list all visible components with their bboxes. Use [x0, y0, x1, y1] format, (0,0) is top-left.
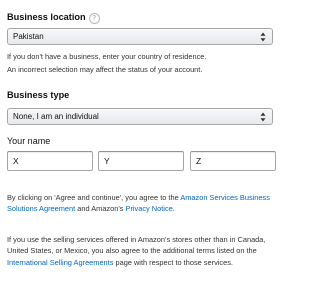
international-text-before: If you use the selling services offered … [7, 235, 266, 256]
business-location-label-text: Business location [7, 12, 86, 22]
up-down-chevron-icon [260, 112, 266, 122]
business-location-label: Business location? [7, 12, 100, 24]
agreement-text-before: By clicking on 'Agree and continue', you… [7, 193, 181, 202]
business-location-value: Pakistan [13, 32, 44, 41]
agreement-text-middle: and Amazon's [75, 204, 126, 214]
business-location-hint-1: If you don't have a business, enter your… [7, 52, 207, 61]
last-name-input[interactable] [190, 151, 276, 171]
your-name-label: Your name [7, 136, 51, 146]
question-circle-icon[interactable]: ? [88, 13, 100, 24]
business-type-value: None, I am an individual [13, 112, 99, 121]
agreement-text: By clicking on 'Agree and continue', you… [7, 192, 275, 215]
middle-name-input[interactable] [98, 151, 184, 171]
international-terms-text: If you use the selling services offered … [7, 234, 275, 268]
international-selling-agreements-link[interactable]: International Selling Agreements [7, 258, 113, 267]
business-type-select[interactable]: None, I am an individual [7, 108, 273, 125]
first-name-input[interactable] [7, 151, 93, 171]
business-type-label: Business type [7, 90, 70, 100]
up-down-chevron-icon [260, 32, 266, 42]
business-location-select[interactable]: Pakistan [7, 28, 273, 45]
agreement-text-end: . [172, 204, 175, 214]
privacy-notice-link[interactable]: Privacy Notice [126, 204, 173, 213]
international-text-after: page with respect to those services. [113, 257, 233, 267]
business-location-hint-2: An incorrect selection may affect the st… [7, 65, 203, 74]
